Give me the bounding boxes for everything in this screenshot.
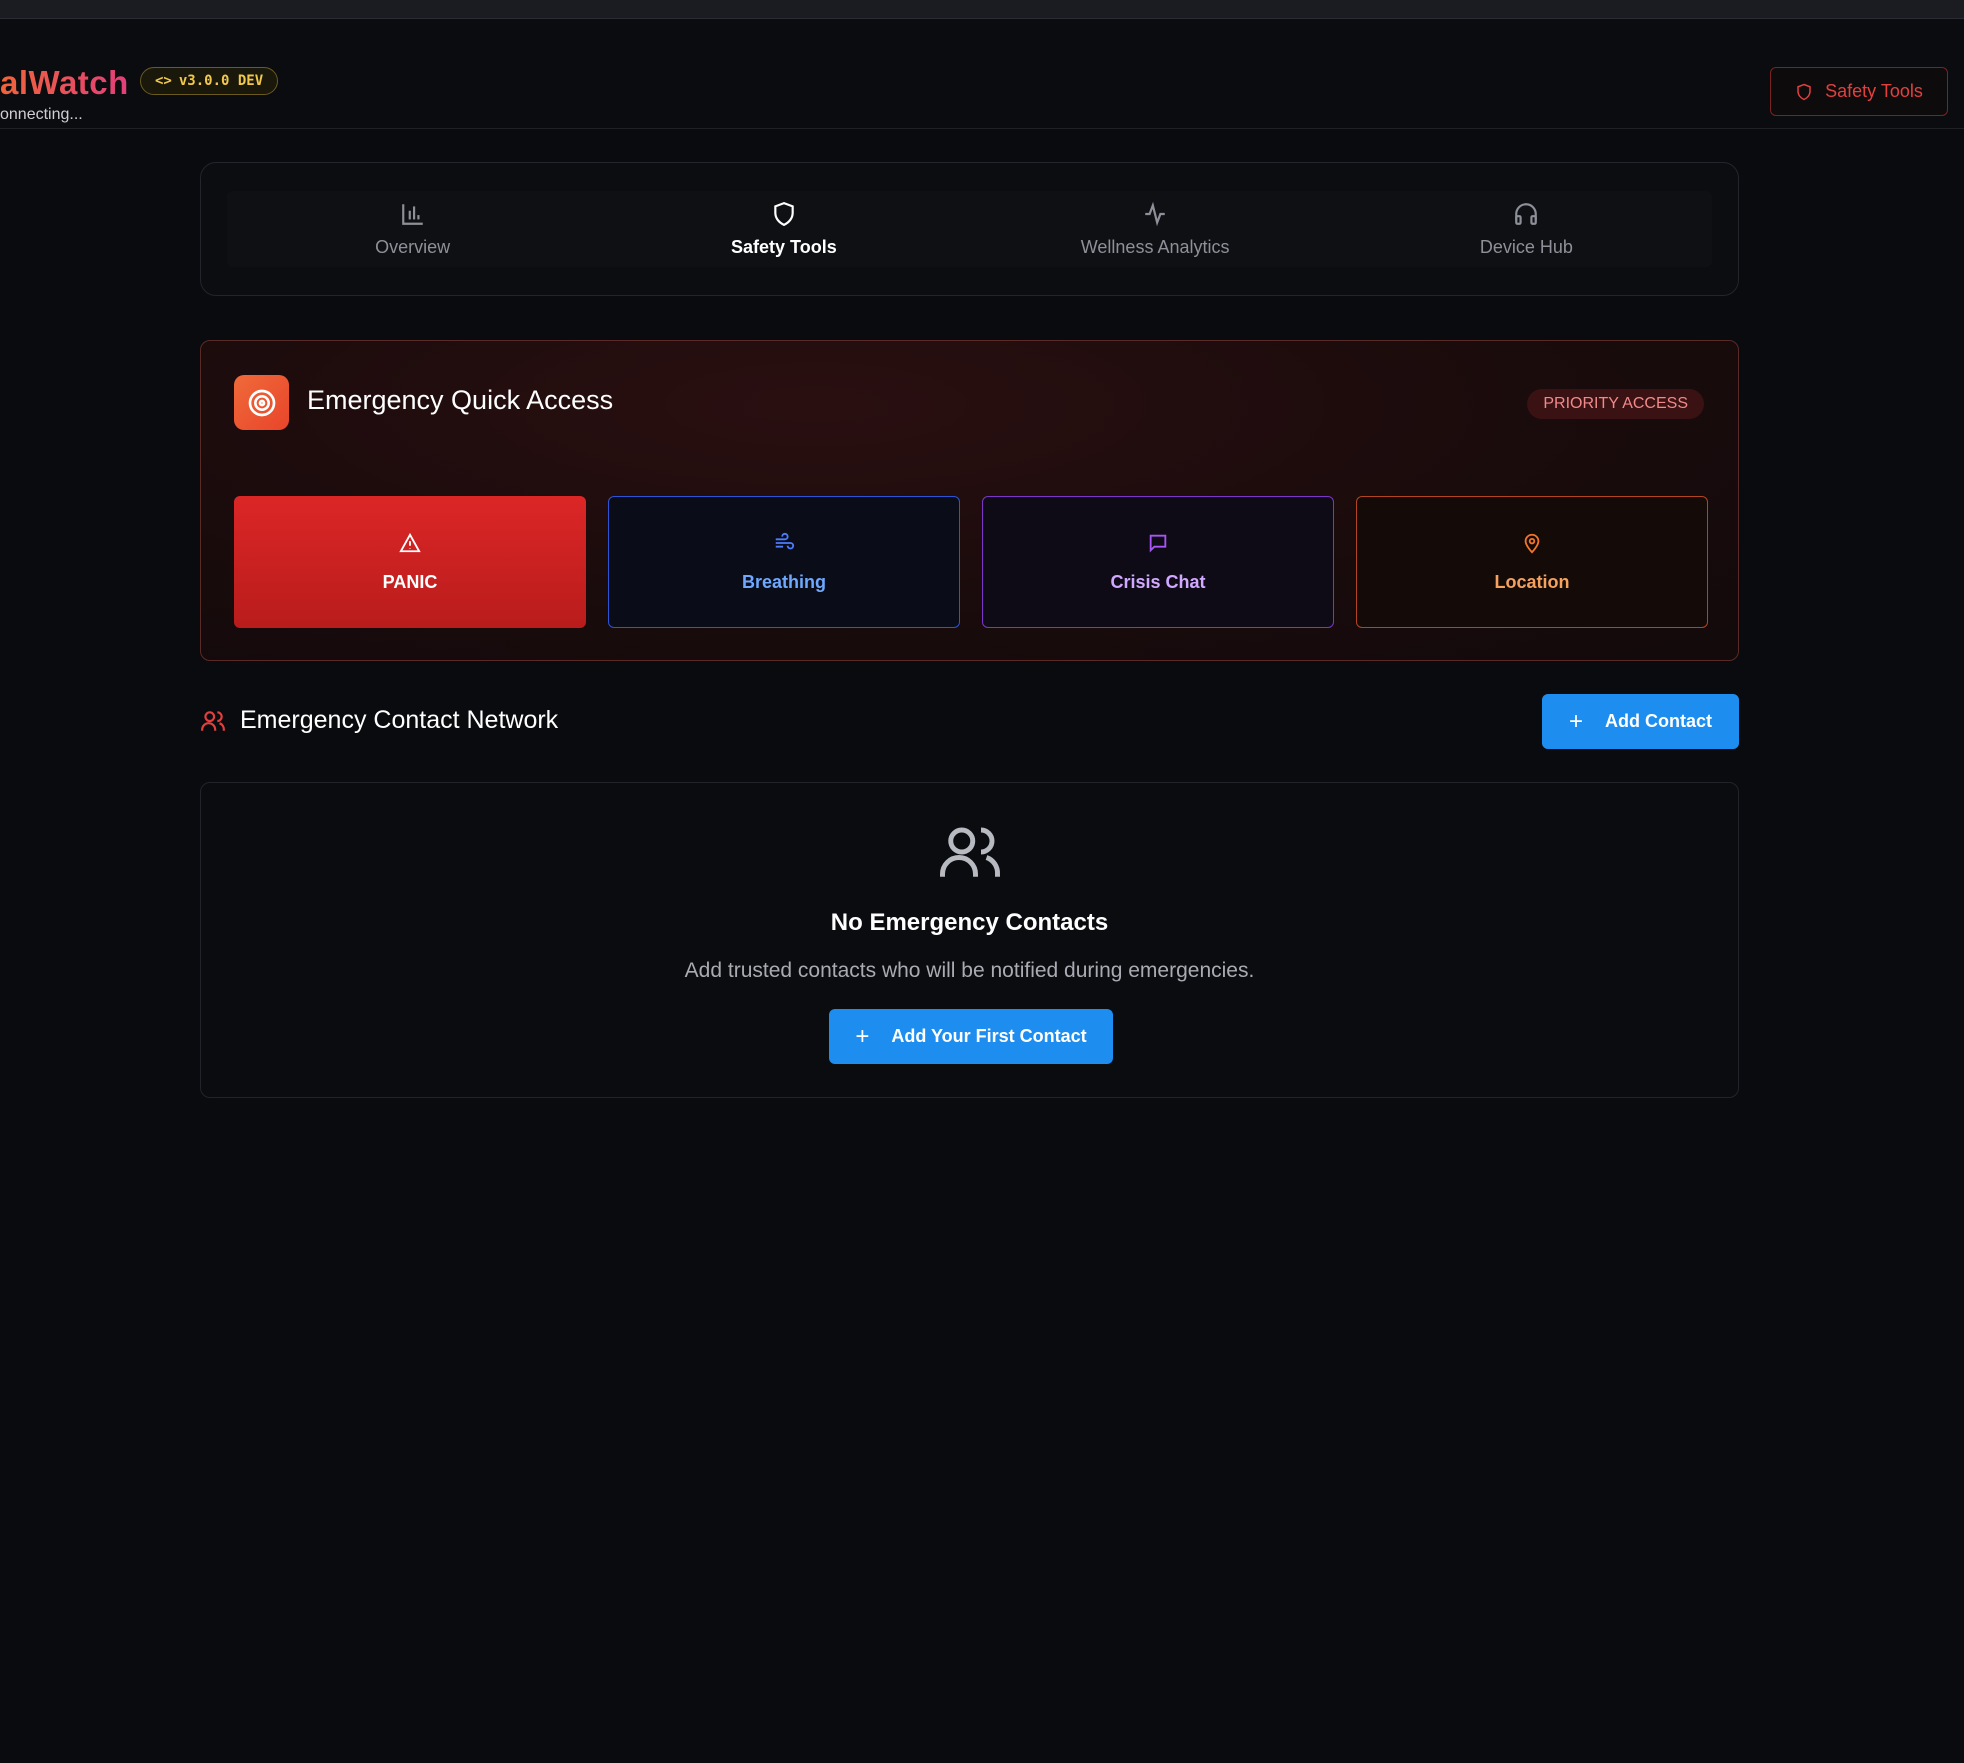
app-brand: alWatch [0, 64, 129, 101]
panel-title: Emergency Quick Access [307, 385, 614, 415]
tab-wellness-analytics[interactable]: Wellness Analytics [970, 191, 1341, 267]
headphones-icon [1515, 202, 1538, 225]
section-title: Emergency Contact Network [240, 706, 559, 734]
panic-button[interactable]: PANIC [234, 496, 586, 628]
bar-chart-icon [401, 203, 423, 225]
tab-device-hub[interactable]: Device Hub [1341, 191, 1712, 267]
wind-icon [775, 532, 795, 549]
add-first-contact-button[interactable]: + Add Your First Contact [829, 1009, 1113, 1064]
main-nav: Overview Safety Tools Wellness Analytics… [200, 162, 1739, 296]
tab-label: Device Hub [1479, 236, 1573, 257]
empty-title: No Emergency Contacts [830, 909, 1109, 936]
priority-badge: PRIORITY ACCESS [1527, 389, 1704, 419]
plus-icon: + [1568, 707, 1583, 735]
emergency-quick-access-panel: Emergency Quick Access PRIORITY ACCESS P… [200, 340, 1739, 661]
tab-bar: Overview Safety Tools Wellness Analytics… [227, 191, 1712, 267]
empty-description: Add trusted contacts who will be notifie… [684, 959, 1255, 982]
warning-triangle-icon [399, 532, 421, 552]
breathing-button[interactable]: Breathing [608, 496, 960, 628]
code-icon: <> [155, 73, 172, 89]
tab-safety-tools[interactable]: Safety Tools [598, 191, 969, 267]
contact-network-header: Emergency Contact Network [200, 706, 558, 735]
safety-tools-label: Safety Tools [1825, 81, 1923, 101]
button-label: Add Contact [1605, 711, 1712, 731]
users-icon [201, 710, 225, 731]
button-label: PANIC [382, 571, 438, 592]
button-label: Crisis Chat [1110, 571, 1206, 592]
tab-label: Wellness Analytics [1080, 236, 1230, 257]
target-icon [234, 375, 289, 430]
tab-label: Safety Tools [731, 236, 837, 257]
shield-icon [774, 201, 794, 226]
crisis-chat-button[interactable]: Crisis Chat [982, 496, 1334, 628]
users-icon [940, 827, 1000, 877]
tab-label: Overview [375, 236, 451, 257]
safety-tools-button[interactable]: Safety Tools [1770, 67, 1948, 116]
add-contact-button[interactable]: + Add Contact [1542, 694, 1739, 749]
map-pin-icon [1524, 533, 1540, 553]
contacts-empty-state: No Emergency Contacts Add trusted contac… [200, 782, 1739, 1098]
message-square-icon [1149, 534, 1167, 553]
browser-strip [0, 0, 1964, 19]
activity-icon [1145, 201, 1165, 226]
location-button[interactable]: Location [1356, 496, 1708, 628]
button-label: Location [1494, 571, 1570, 592]
version-label: v3.0.0 DEV [178, 73, 264, 89]
button-label: Breathing [741, 571, 826, 592]
tab-overview[interactable]: Overview [227, 191, 598, 267]
shield-icon [1797, 83, 1811, 100]
plus-icon: + [855, 1022, 870, 1050]
version-badge: <> v3.0.0 DEV [140, 67, 279, 95]
button-label: Add Your First Contact [891, 1026, 1087, 1046]
connection-status: onnecting... [0, 106, 83, 123]
app-header: alWatch onnecting... <> v3.0.0 DEV Safet… [0, 19, 1964, 129]
